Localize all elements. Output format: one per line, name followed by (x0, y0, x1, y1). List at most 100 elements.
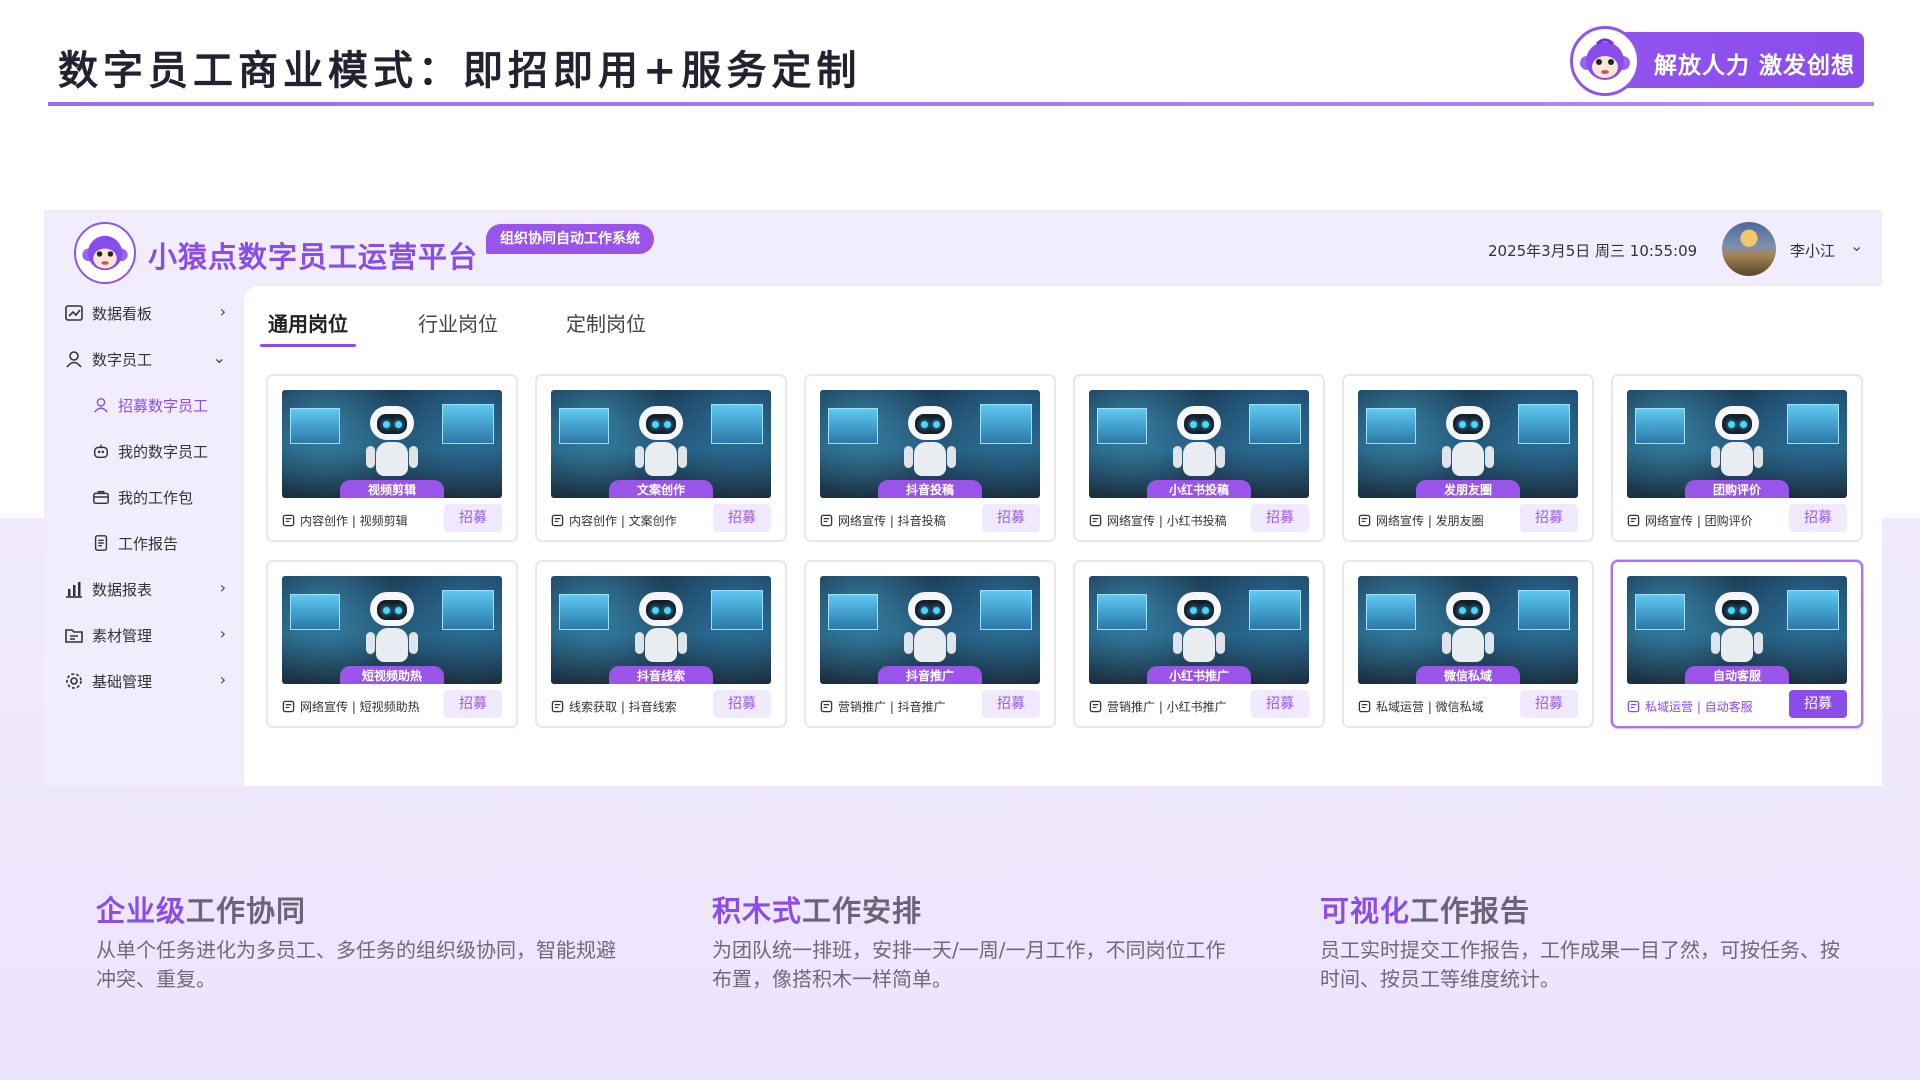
monkey-logo-icon (1570, 26, 1640, 96)
sidebar-item-my-staff[interactable]: 我的数字员工 (92, 436, 232, 466)
recruit-button[interactable]: 招募 (1789, 504, 1847, 532)
job-title-label: 发朋友圈 (1416, 480, 1520, 498)
user-name[interactable]: 李小江 (1790, 240, 1835, 261)
brand-badge: 解放人力 激发创想 (1570, 26, 1864, 96)
job-category-text: 营销推广 | 小红书推广 (1107, 700, 1227, 714)
robot-icon (1442, 406, 1494, 484)
recruit-button[interactable]: 招募 (444, 690, 502, 718)
tab-industry-positions[interactable]: 行业岗位 (418, 308, 498, 337)
job-category-text: 内容创作 | 文案创作 (569, 514, 677, 528)
sidebar-item-materials[interactable]: 素材管理 › (64, 620, 234, 650)
job-card[interactable]: 抖音线索线索获取 | 抖音线索 招募 (535, 560, 787, 728)
sidebar-item-label: 招募数字员工 (118, 396, 209, 415)
job-card[interactable]: 小红书投稿 网络宣传 | 小红书投稿 招募 (1073, 374, 1325, 542)
recruit-button[interactable]: 招募 (982, 690, 1040, 718)
job-category: 私域运营 | 自动客服 (1627, 698, 1777, 715)
feature-title: 积木式工作安排 (712, 888, 1232, 930)
tag-icon (1627, 700, 1640, 713)
recruit-button[interactable]: 招募 (1520, 690, 1578, 718)
sidebar-item-work-reports[interactable]: 工作报告 (92, 528, 232, 558)
feature-title-highlight: 企业级 (96, 894, 187, 928)
tag-icon (1358, 514, 1371, 527)
sidebar-item-dashboard[interactable]: 数据看板 › (64, 298, 234, 328)
feature-block-scheduling: 积木式工作安排 为团队统一排班，安排一天/一周/一月工作，不同岗位工作布置，像搭… (712, 888, 1232, 994)
job-category: 网络宣传 | 发朋友圈 (1358, 512, 1508, 529)
monitor-graphic (1787, 590, 1839, 630)
recruit-button[interactable]: 招募 (982, 504, 1040, 532)
active-tab-indicator (260, 344, 356, 347)
user-avatar[interactable] (1722, 222, 1776, 276)
job-card-image: 自动客服 (1627, 576, 1847, 684)
chevron-right-icon: › (219, 670, 226, 689)
job-card[interactable]: 发朋友圈网络宣传 | 发朋友圈 招募 (1342, 374, 1594, 542)
job-card-image: 微信私域 (1358, 576, 1578, 684)
robot-icon (93, 444, 109, 459)
job-card-image: 发朋友圈 (1358, 390, 1578, 498)
tag-icon (1089, 700, 1102, 713)
robot-icon (635, 592, 687, 670)
job-category-text: 网络宣传 | 短视频助热 (300, 700, 420, 714)
recruit-button[interactable]: 招募 (444, 504, 502, 532)
job-card[interactable]: 微信私域 私域运营 | 微信私域 招募 (1342, 560, 1594, 728)
sidebar-item-label: 数据看板 (92, 304, 153, 323)
monitor-graphic (1787, 404, 1839, 444)
tag-icon (1358, 700, 1371, 713)
robot-icon (1173, 406, 1225, 484)
job-card[interactable]: 短视频助热 网络宣传 | 短视频助热 招募 (266, 560, 518, 728)
job-card[interactable]: 小红书推广 营销推广 | 小红书推广 招募 (1073, 560, 1325, 728)
monitor-graphic (1097, 408, 1147, 444)
job-title-label: 文案创作 (609, 480, 713, 498)
sidebar-item-digital-staff[interactable]: 数字员工 ⌄ (64, 344, 234, 374)
report-icon (94, 535, 108, 551)
sidebar-item-basic-settings[interactable]: 基础管理 › (64, 666, 234, 696)
job-card-image: 抖音线索 (551, 576, 771, 684)
sidebar-item-work-packages[interactable]: 我的工作包 (92, 482, 232, 512)
monitor-graphic (1518, 404, 1570, 444)
slogan-text: 解放人力 激发创想 (1654, 53, 1856, 79)
robot-icon (1173, 592, 1225, 670)
job-card-image: 文案创作 (551, 390, 771, 498)
job-category-text: 线索获取 | 抖音线索 (569, 700, 677, 714)
job-card[interactable]: 团购评价 网络宣传 | 团购评价 招募 (1611, 374, 1863, 542)
monitor-graphic (442, 404, 494, 444)
job-category: 线索获取 | 抖音线索 (551, 698, 701, 715)
tag-icon (282, 514, 295, 527)
sidebar: 数据看板 › 数字员工 ⌄ 招募数字员工 我的数字员工 我的工作包 工作报告 数… (44, 286, 244, 786)
sidebar-item-recruit[interactable]: 招募数字员工 (92, 390, 232, 420)
robot-icon (1711, 406, 1763, 484)
job-title-label: 抖音线索 (609, 666, 713, 684)
job-card[interactable]: 抖音投稿 网络宣传 | 抖音投稿 招募 (804, 374, 1056, 542)
job-category-text: 网络宣传 | 发朋友圈 (1376, 514, 1484, 528)
recruit-button[interactable]: 招募 (713, 690, 771, 718)
job-title-label: 自动客服 (1685, 666, 1789, 684)
job-card[interactable]: 抖音推广 营销推广 | 抖音推广 招募 (804, 560, 1056, 728)
sidebar-item-data-reports[interactable]: 数据报表 › (64, 574, 234, 604)
feature-visual-reports: 可视化工作报告 员工实时提交工作报告，工作成果一目了然，可按任务、按时间、按员工… (1320, 888, 1840, 994)
chevron-down-icon[interactable]: ⌄ (1850, 236, 1863, 255)
recruit-button[interactable]: 招募 (1520, 504, 1578, 532)
main-panel: 通用岗位 行业岗位 定制岗位 视频剪辑 内容创作 | 视频剪辑 招募文案创作内容创作… (244, 286, 1882, 786)
recruit-button[interactable]: 招募 (713, 504, 771, 532)
recruit-button[interactable]: 招募 (1251, 504, 1309, 532)
app-window: 小猿点数字员工运营平台 组织协同自动工作系统 2025年3月5日 周三 10:5… (44, 210, 1882, 786)
recruit-button[interactable]: 招募 (1789, 690, 1847, 718)
monitor-graphic (559, 408, 609, 444)
tag-icon (551, 514, 564, 527)
job-card[interactable]: 自动客服私域运营 | 自动客服 招募 (1611, 560, 1863, 728)
recruit-button[interactable]: 招募 (1251, 690, 1309, 718)
feature-description: 从单个任务进化为多员工、多任务的组织级协同，智能规避冲突、重复。 (96, 938, 616, 991)
job-category: 网络宣传 | 小红书投稿 (1089, 512, 1239, 529)
tab-general-positions[interactable]: 通用岗位 (268, 308, 348, 337)
title-divider (48, 102, 1874, 106)
feature-title-rest: 工作报告 (1410, 894, 1531, 928)
monitor-graphic (828, 594, 878, 630)
tab-custom-positions[interactable]: 定制岗位 (566, 308, 646, 337)
feature-title-highlight: 可视化 (1320, 894, 1411, 928)
monitor-graphic (711, 590, 763, 630)
robot-icon (904, 406, 956, 484)
job-card[interactable]: 视频剪辑 内容创作 | 视频剪辑 招募 (266, 374, 518, 542)
job-card[interactable]: 文案创作内容创作 | 文案创作 招募 (535, 374, 787, 542)
job-category: 营销推广 | 小红书推广 (1089, 698, 1239, 715)
job-category-text: 网络宣传 | 小红书投稿 (1107, 514, 1227, 528)
job-title-label: 微信私域 (1416, 666, 1520, 684)
